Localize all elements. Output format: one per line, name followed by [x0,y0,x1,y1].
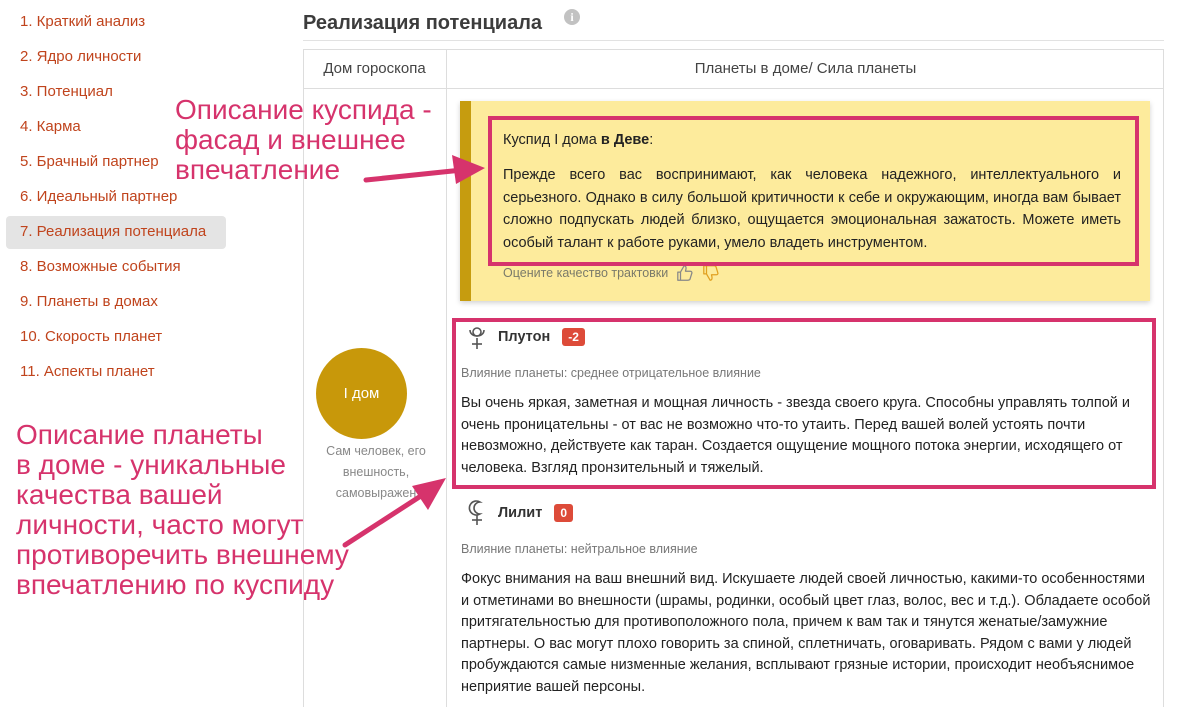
arrow-to-planet [342,489,430,548]
arrow-head-cusp [452,155,485,184]
arrow-head-planet [412,478,446,510]
annotation-arrows [342,155,485,548]
arrow-to-cusp [363,167,465,183]
